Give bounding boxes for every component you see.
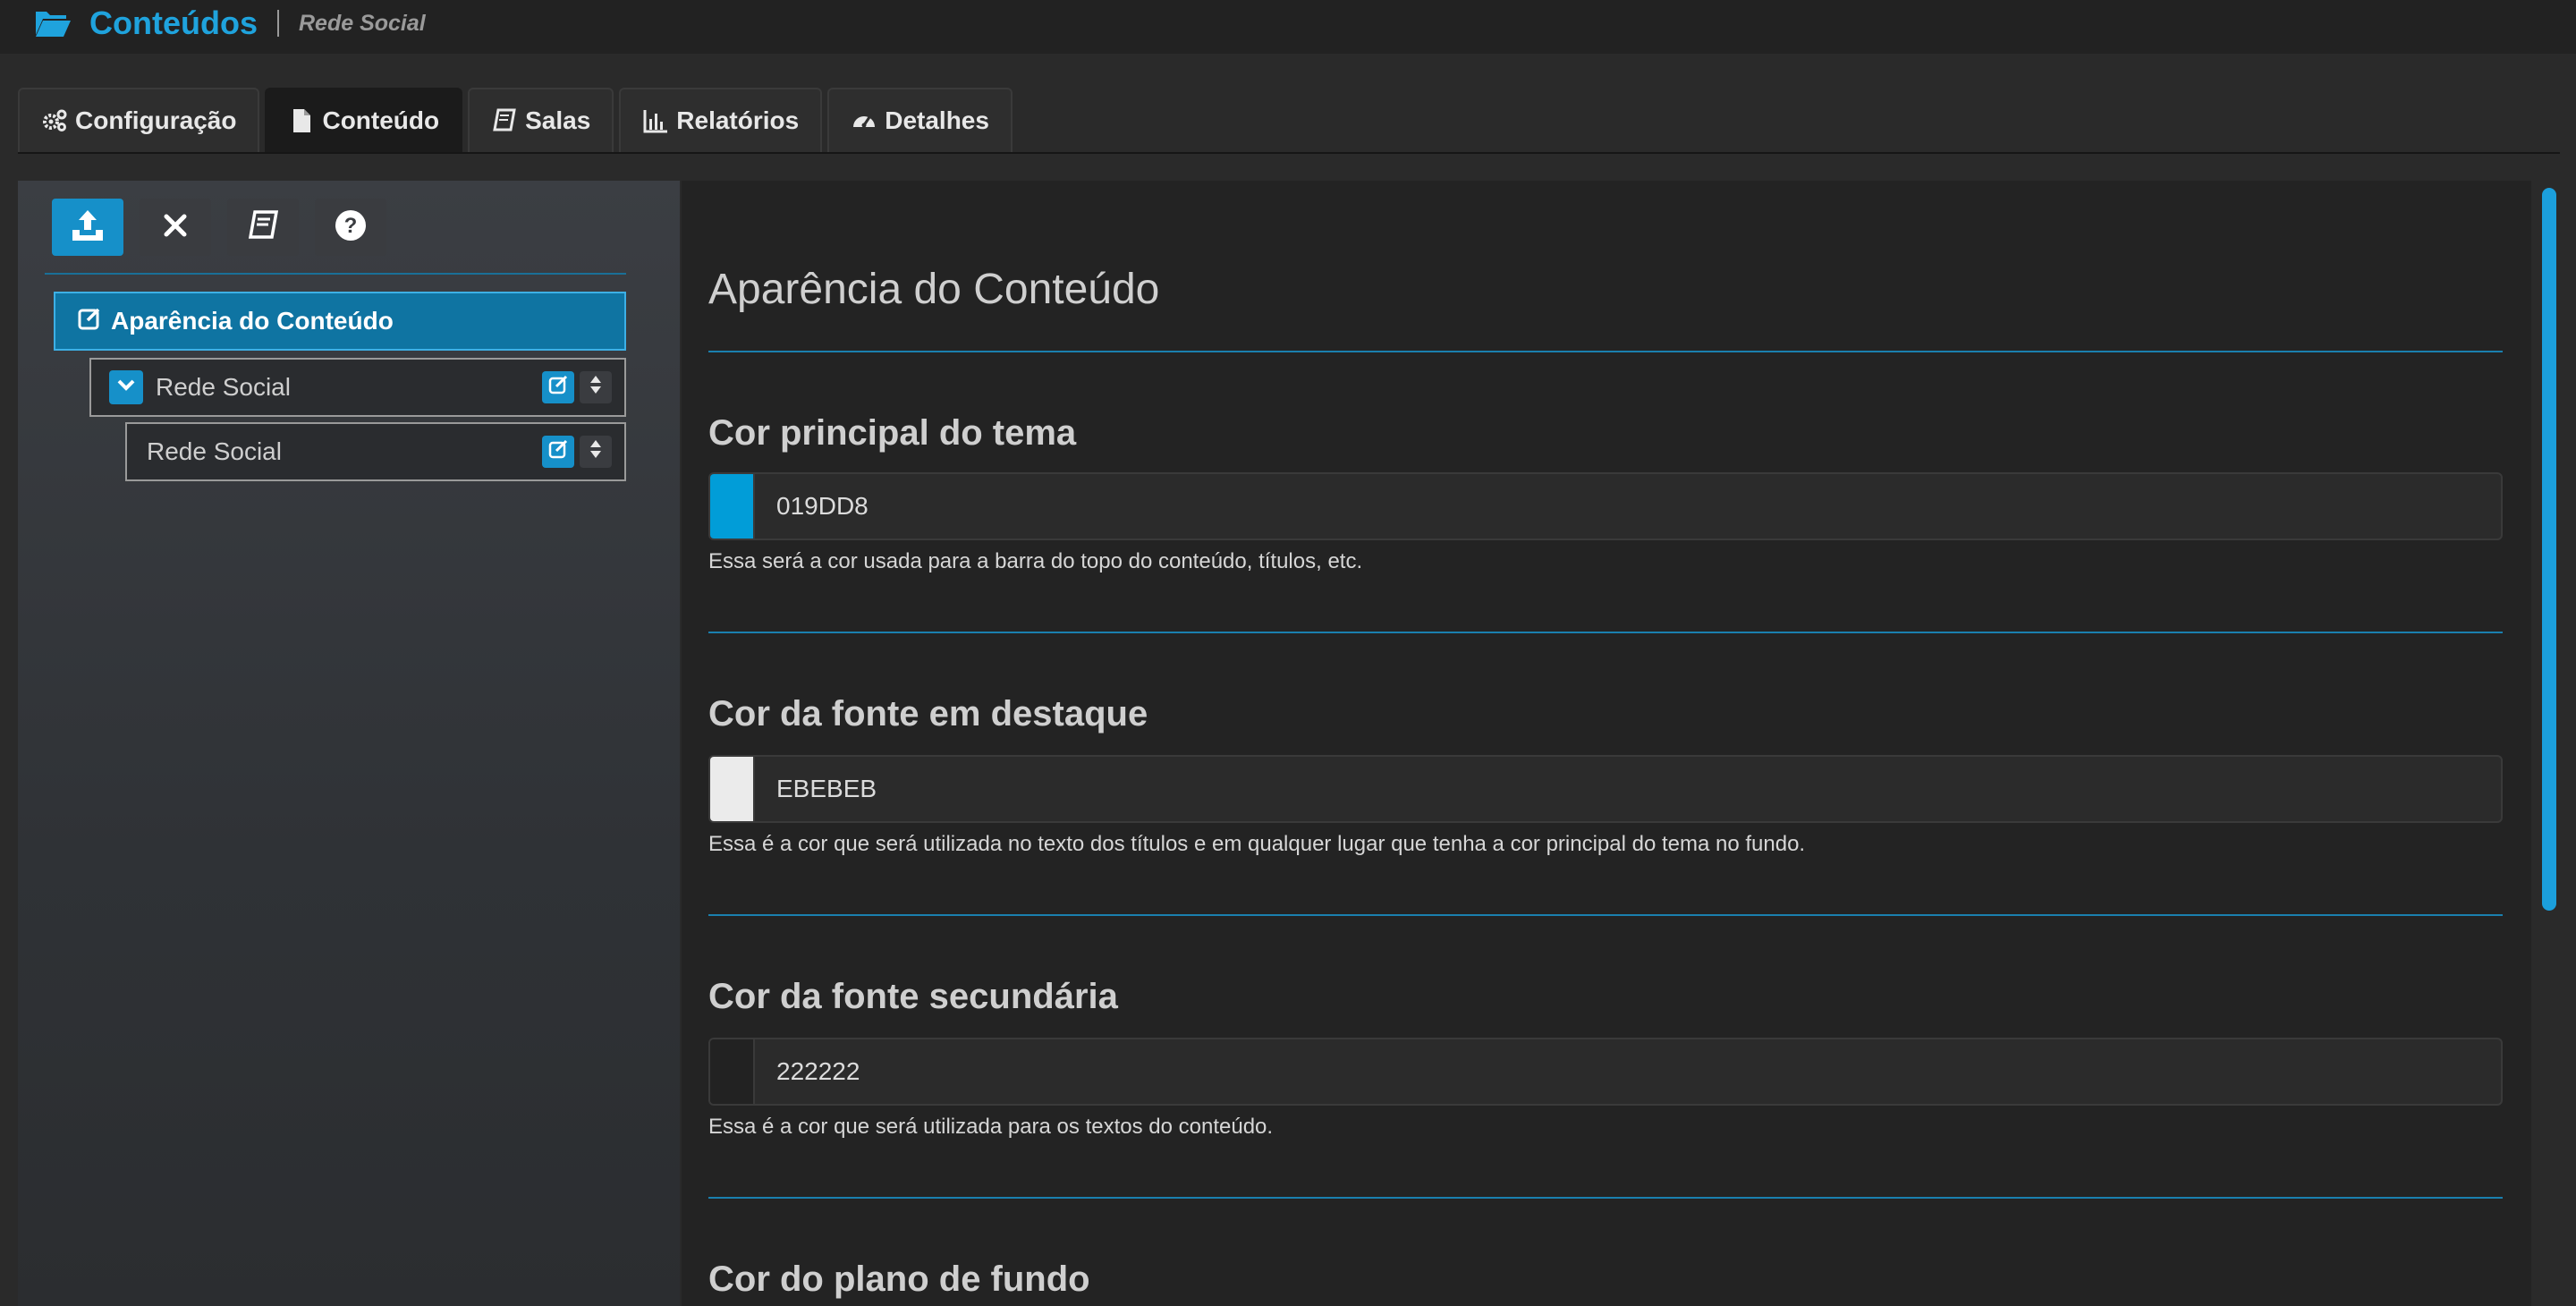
color-hex-field[interactable] [755,1039,2501,1104]
color-swatch[interactable] [710,474,755,539]
appearance-form-panel: Aparência do Conteúdo Cor principal do t… [682,181,2531,1306]
tab-configuracao[interactable]: Configuração [18,88,260,152]
highlight-font-color-input[interactable] [708,755,2503,823]
tab-label: Salas [525,106,591,134]
section-title: Cor da fonte em destaque [708,694,1148,734]
tab-label: Detalhes [885,106,989,134]
help-text: Essa é a cor que será utilizada para os … [708,1115,1274,1139]
tree-item-label: Aparência do Conteúdo [111,307,394,335]
color-swatch[interactable] [710,757,755,821]
tab-detalhes[interactable]: Detalhes [827,88,1013,152]
reorder-handle[interactable] [580,371,612,403]
guide-button[interactable] [227,199,299,256]
gears-icon [41,107,68,134]
tab-conteudo[interactable]: Conteúdo [265,88,463,152]
color-hex-field[interactable] [755,474,2501,539]
section-title: Cor principal do tema [708,413,1077,453]
section-title: Cor do plano de fundo [708,1259,1090,1299]
color-hex-field[interactable] [755,757,2501,821]
section-divider [708,914,2503,916]
secondary-font-color-input[interactable] [708,1038,2503,1106]
edit-icon [547,373,569,402]
book-icon [491,107,518,134]
tree-item-rede-social-group[interactable]: Rede Social [89,358,626,417]
help-text: Essa é a cor que será utilizada no texto… [708,832,1806,856]
tree-toolbar: ? [52,199,386,256]
title-separator [276,10,279,37]
help-button[interactable]: ? [315,199,386,256]
help-icon: ? [335,209,367,246]
top-bar: Conteúdos Rede Social [0,0,2576,54]
tab-relatorios[interactable]: Relatórios [619,88,823,152]
section-title: Cor da fonte secundária [708,977,1118,1016]
primary-color-input[interactable] [708,472,2503,540]
help-text: Essa será a cor usada para a barra do to… [708,549,1363,573]
tab-label: Conteúdo [322,106,440,134]
folder-open-icon [34,8,72,38]
edit-button[interactable] [542,436,574,468]
close-button[interactable] [140,199,211,256]
bar-chart-icon [642,107,669,134]
tab-label: Relatórios [676,106,800,134]
edit-icon [77,306,102,337]
breadcrumb: Rede Social [298,10,426,36]
tree-item-label: Rede Social [147,437,282,465]
svg-text:?: ? [344,214,358,238]
tree-item-label: Rede Social [156,373,291,401]
sort-icon [589,373,603,402]
tab-bar: Configuração Conteúdo Salas Relatórios D… [18,88,2560,154]
color-swatch[interactable] [710,1039,755,1104]
sort-icon [589,437,603,466]
section-divider [708,1197,2503,1199]
section-divider [708,632,2503,633]
tab-salas[interactable]: Salas [468,88,614,152]
tab-label: Configuração [75,106,237,134]
collapse-toggle[interactable] [109,370,143,404]
page-title: Aparência do Conteúdo [708,266,1160,313]
app-title[interactable]: Conteúdos [89,4,258,42]
close-icon [162,212,189,243]
file-icon [288,107,315,134]
upload-icon [70,208,106,247]
publish-button[interactable] [52,199,123,256]
toolbar-divider [45,273,626,275]
reorder-handle[interactable] [580,436,612,468]
dashboard-icon [851,107,877,134]
chevron-down-icon [115,373,137,402]
title-divider [708,351,2503,352]
edit-icon [547,437,569,466]
book-icon [247,209,279,245]
tree-item-rede-social[interactable]: Rede Social [125,422,626,481]
edit-button[interactable] [542,371,574,403]
tree-item-aparencia[interactable]: Aparência do Conteúdo [54,292,626,351]
content-tree-panel: ? Aparência do Conteúdo Rede Social Rede… [18,181,680,1306]
scrollbar-thumb[interactable] [2542,188,2556,911]
